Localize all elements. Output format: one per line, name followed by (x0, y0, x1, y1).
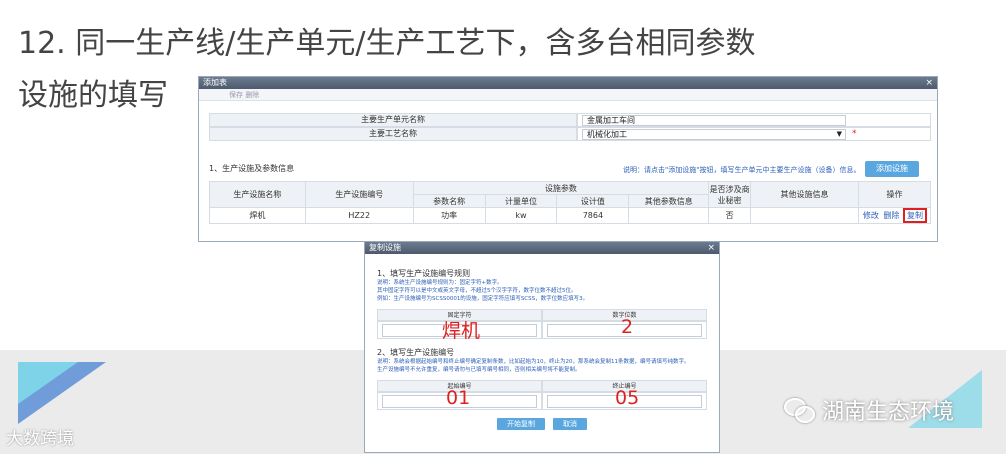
copy-facility-dialog: 复制设施 × 1、填写生产设施编号规则 说明：系统生产设施编号规则为：固定字符+… (364, 241, 720, 453)
process-select[interactable]: 机械化加工 ▼ (582, 128, 846, 140)
cell-secret: 否 (708, 207, 752, 224)
col-secret: 是否涉及商业秘密 (708, 181, 752, 208)
cell-other-info (750, 207, 859, 224)
toolbar-strip-text: 保存 删除 (229, 91, 260, 99)
unit-name-input[interactable]: 金属加工车间 (582, 115, 846, 126)
col-params-group: 设施参数 (412, 181, 710, 195)
facility-table: 生产设施名称 生产设施编号 设施参数 是否涉及商业秘密 其他设施信息 操作 参数… (209, 181, 932, 224)
watermark-right-text: 湖南生态环境 (822, 400, 955, 425)
chevron-down-icon: ▼ (836, 129, 842, 138)
close-icon[interactable]: × (707, 242, 715, 254)
cell-facility-code: HZ22 (304, 207, 414, 224)
add-form-window: 添加表 × 保存 删除 主要生产单元名称 金属加工车间 主要工艺名称 机械化加工… (198, 76, 938, 242)
copy-dialog-actions: 开始复制 取消 (377, 418, 707, 430)
add-form-title: 添加表 (203, 78, 227, 87)
process-select-value: 机械化加工 (587, 129, 627, 139)
start-code-annotation: 01 (446, 387, 471, 409)
col-facility-name: 生产设施名称 (209, 181, 306, 208)
rule-note-2: 其中固定字符可以是中文或英文字母，不超过5个汉字字符，数字位数不超过5位。 (377, 288, 577, 294)
digits-annotation: 2 (621, 316, 634, 338)
code-note-1: 说明：系统会根据起始编号和终止编号确定复制条数，比如起始为10，终止为20，那系… (377, 359, 690, 365)
rule-section-title: 1、填写生产设施编号规则 (377, 269, 471, 278)
cancel-button[interactable]: 取消 (553, 418, 587, 430)
section-title: 1、生产设施及参数信息 (209, 164, 295, 173)
toolbar-strip: 保存 删除 (199, 89, 937, 101)
required-mark: * (852, 129, 857, 139)
unit-form: 主要生产单元名称 金属加工车间 主要工艺名称 机械化加工 ▼ * (209, 113, 931, 141)
col-design: 设计值 (556, 194, 630, 208)
copy-link[interactable]: 复制 (903, 208, 928, 223)
cell-param-name: 功率 (412, 207, 486, 224)
table-row: 焊机 HZ22 功率 kw 7864 否 修改 删除 复制 (209, 207, 932, 224)
rule-note-1: 说明：系统生产设施编号规则为：固定字符+数字。 (377, 280, 503, 286)
form-row-process: 主要工艺名称 机械化加工 ▼ * (209, 127, 931, 141)
col-other-params: 其他参数信息 (628, 194, 710, 208)
add-facility-button[interactable]: 添加设施 (865, 161, 919, 177)
form-row-unit: 主要生产单元名称 金属加工车间 (209, 113, 931, 127)
slide-title-line1: 12. 同一生产线/生产单元/生产工艺下，含多台相同参数 (18, 26, 756, 61)
col-unit: 计量单位 (484, 194, 558, 208)
add-form-titlebar: 添加表 × (199, 77, 937, 89)
watermark-left-text: 大数跨境 (6, 429, 74, 449)
col-ops: 操作 (857, 181, 932, 208)
col-other-info: 其他设施信息 (750, 181, 859, 208)
copy-dialog-title: 复制设施 (369, 243, 401, 252)
hint-text: 说明：请点击"添加设施"按钮，填写生产单元中主要生产设施（设备）信息。 (623, 166, 861, 174)
cell-other-params (628, 207, 710, 224)
watermark-right: 湖南生态环境 (784, 394, 954, 426)
cell-ops: 修改 删除 复制 (857, 207, 932, 224)
cell-unit: kw (484, 207, 558, 224)
fixed-chars-annotation: 焊机 (442, 320, 481, 342)
watermark-left: 大数跨境 (6, 424, 74, 449)
start-copy-button[interactable]: 开始复制 (497, 418, 545, 430)
decorative-triangle-left-accent (18, 362, 78, 404)
rule-note-3: 例如：生产设施编号为SCSS0001的设施，固定字符应填写SCSS，数字位数应填… (377, 296, 589, 302)
col-facility-code: 生产设施编号 (304, 181, 414, 208)
code-section-title: 2、填写生产设施编号 (377, 348, 455, 357)
code-fields: 起始编号 01 终止编号 05 (377, 380, 707, 410)
copy-dialog-body: 1、填写生产设施编号规则 说明：系统生产设施编号规则为：固定字符+数字。 其中固… (365, 254, 719, 436)
col-param-name: 参数名称 (412, 194, 486, 208)
copy-dialog-titlebar: 复制设施 × (365, 242, 719, 254)
close-icon[interactable]: × (925, 77, 933, 89)
cell-design: 7864 (556, 207, 630, 224)
cell-facility-name: 焊机 (209, 207, 306, 224)
rule-fields: 固定字符 焊机 数字位数 2 (377, 309, 707, 342)
wechat-icon (784, 398, 815, 423)
unit-label: 主要生产单元名称 (209, 113, 577, 127)
edit-link[interactable]: 修改 (863, 211, 879, 220)
process-label: 主要工艺名称 (209, 127, 577, 141)
code-note-2: 生产设施编号不允许重复，编号请勿与已填写编号相同，否则相关编号将不能复制。 (377, 367, 581, 373)
delete-link[interactable]: 删除 (883, 211, 899, 220)
end-code-annotation: 05 (615, 387, 640, 409)
